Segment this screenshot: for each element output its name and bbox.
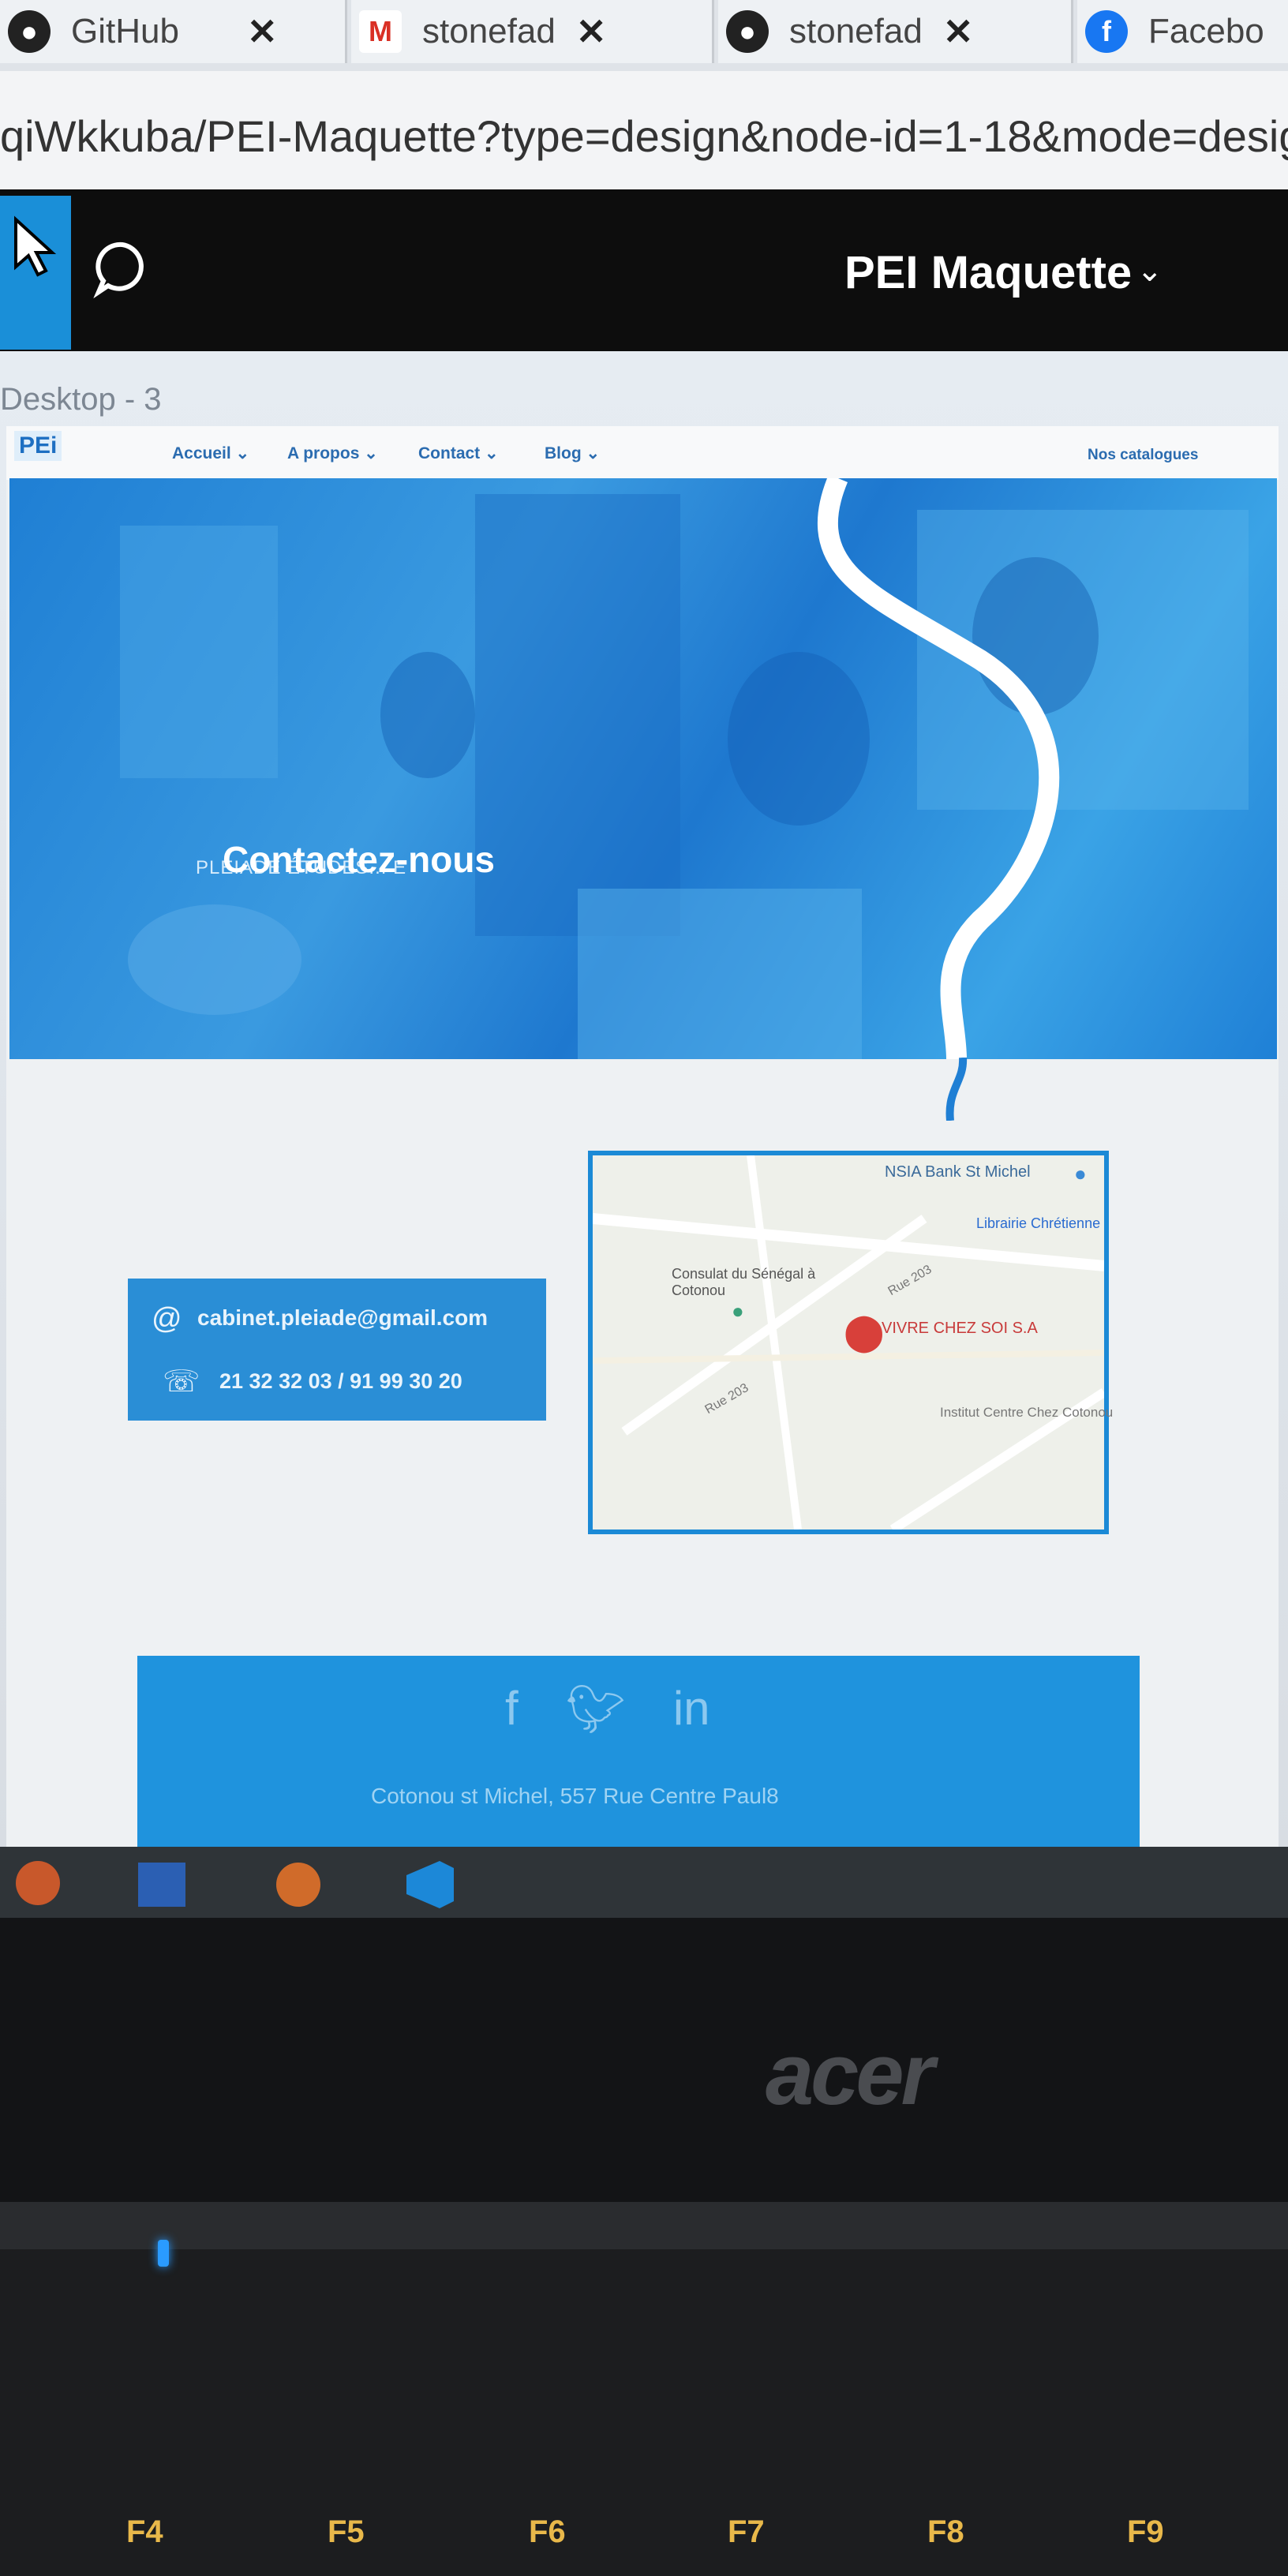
nav-label: Accueil	[172, 444, 231, 462]
phone-icon: ☏	[163, 1365, 200, 1398]
key-f6[interactable]: F6	[529, 2514, 566, 2550]
map-pin-icon: ●	[732, 1299, 744, 1323]
tab-github[interactable]: ● GitHub ✕	[0, 0, 347, 63]
gmail-icon: M	[359, 10, 402, 53]
close-icon[interactable]: ✕	[943, 10, 974, 53]
social-links: f 🐦︎ in	[505, 1681, 710, 1737]
word-app-icon[interactable]	[138, 1863, 185, 1907]
nav-contact[interactable]: Contact ⌄	[418, 444, 499, 463]
nav-label: Blog	[545, 444, 582, 462]
vscode-icon[interactable]	[406, 1861, 454, 1908]
catalogues-link[interactable]: Nos catalogues	[1088, 447, 1198, 464]
nav-blog[interactable]: Blog ⌄	[545, 444, 600, 463]
url-text[interactable]: qiWkkuba/PEI-Maquette?type=design&node-i…	[0, 110, 1288, 162]
key-f8[interactable]: F8	[927, 2514, 964, 2550]
map-label: VIVRE CHEZ SOI S.A	[882, 1320, 1038, 1337]
facebook-icon[interactable]: f	[505, 1681, 519, 1737]
nav-label: Contact	[418, 444, 481, 462]
map-label: NSIA Bank St Michel	[885, 1163, 1031, 1181]
cursor-icon	[14, 215, 57, 277]
key-f4[interactable]: F4	[126, 2514, 163, 2550]
facebook-icon: f	[1085, 10, 1128, 53]
key-f7[interactable]: F7	[728, 2514, 765, 2550]
footer-address: Cotonou st Michel, 557 Rue Centre Paul8	[371, 1784, 779, 1808]
laptop-hinge	[0, 2202, 1288, 2249]
map-marker-icon: ⬤	[844, 1311, 885, 1352]
map-label: Librairie Chrétienne	[976, 1215, 1101, 1231]
tab-label: stonefad	[789, 12, 923, 51]
github-icon: ●	[726, 10, 769, 53]
laptop-bezel	[0, 1918, 1288, 2202]
chevron-down-icon[interactable]: ⌄	[1136, 253, 1163, 289]
hero-title: Contactez-nous	[223, 839, 495, 880]
map-label: Institut Centre Chez Cotonou	[940, 1405, 1114, 1420]
map-label: Consulat du Sénégal à Cotonou	[672, 1266, 816, 1298]
tab-facebook[interactable]: f Facebo	[1077, 0, 1288, 63]
nav-accueil[interactable]: Accueil ⌄	[172, 444, 249, 463]
tab-label: GitHub	[71, 12, 179, 51]
tab-label: Facebo	[1148, 12, 1264, 51]
file-title[interactable]: PEI Maquette	[844, 246, 1132, 299]
contact-phone[interactable]: 21 32 32 03 / 91 99 30 20	[219, 1369, 462, 1394]
keyboard	[0, 2249, 1288, 2576]
twitter-icon[interactable]: 🐦︎	[566, 1681, 626, 1737]
close-icon[interactable]: ✕	[576, 10, 607, 53]
linkedin-icon[interactable]: in	[673, 1681, 710, 1737]
hero-banner	[9, 478, 1277, 1059]
contact-card	[128, 1279, 546, 1421]
github-icon: ●	[8, 10, 51, 53]
app-icon[interactable]	[276, 1863, 320, 1907]
power-led	[158, 2240, 169, 2267]
map-embed[interactable]: NSIA Bank St Michel ● Librairie Chrétien…	[588, 1151, 1113, 1534]
tab-label: stonefad	[422, 12, 556, 51]
move-tool-button[interactable]	[0, 196, 71, 350]
browser-app-icon[interactable]	[16, 1861, 60, 1905]
key-f9[interactable]: F9	[1127, 2514, 1164, 2550]
tab-gmail[interactable]: M stonefad ✕	[351, 0, 714, 63]
hero-illustration	[120, 478, 1249, 1059]
os-taskbar	[0, 1847, 1288, 1918]
nav-a-propos[interactable]: A propos ⌄	[287, 444, 378, 463]
at-icon: @	[152, 1302, 182, 1335]
comment-icon[interactable]	[91, 237, 154, 300]
tab-github-2[interactable]: ● stonefad ✕	[718, 0, 1073, 63]
frame-label[interactable]: Desktop - 3	[0, 382, 162, 417]
map-pin-icon: ●	[1074, 1162, 1087, 1185]
wave-tail	[945, 1058, 968, 1121]
nav-label: A propos	[287, 444, 360, 462]
brand-logo: acer	[766, 2026, 934, 2123]
key-f5[interactable]: F5	[328, 2514, 365, 2550]
contact-email[interactable]: cabinet.pleiade@gmail.com	[197, 1305, 488, 1331]
site-logo[interactable]: PEi	[14, 431, 62, 461]
close-icon[interactable]: ✕	[247, 10, 278, 53]
